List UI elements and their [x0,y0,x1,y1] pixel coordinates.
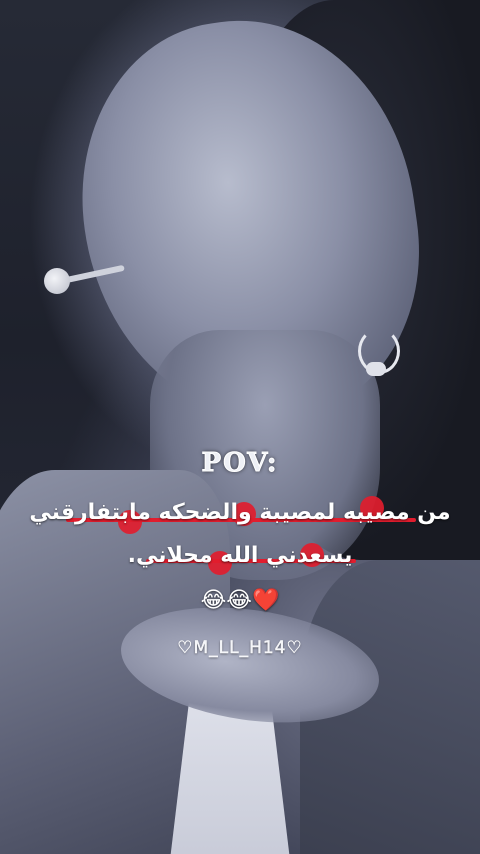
caption-line-2: يسعدني الله محلاني. [127,543,353,568]
creator-signature: ♡M_LL_H14♡ [177,638,303,658]
caption-line-1: من مصيبه لمصيبة والضحكه مابتفارقني [29,500,451,525]
caption-overlay: POV: من مصيبه لمصيبة والضحكه مابتفارقني … [0,0,480,854]
video-frame: POV: من مصيبه لمصيبة والضحكه مابتفارقني … [0,0,480,854]
caption-title: POV: [201,448,279,479]
emoji-row: 😂😂❤️ [200,588,280,613]
